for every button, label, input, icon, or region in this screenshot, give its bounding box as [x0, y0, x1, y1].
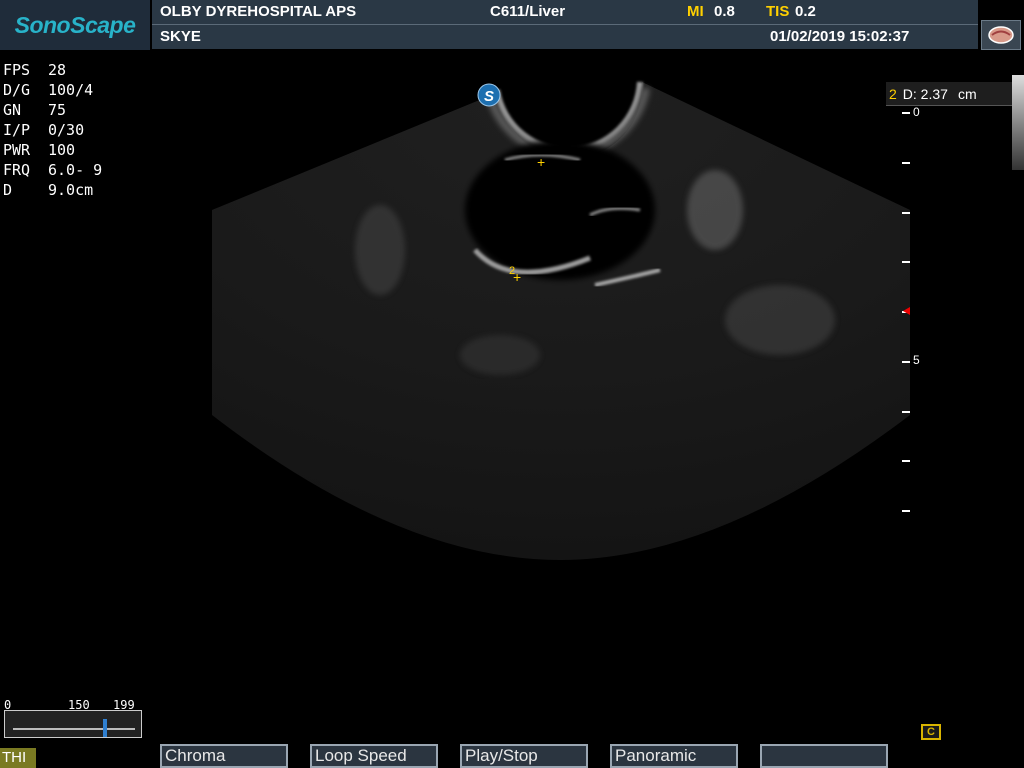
param-fps: FPS 28: [3, 61, 67, 79]
softkey-chroma[interactable]: Chroma: [160, 744, 288, 768]
tis-label: TIS: [766, 3, 790, 20]
softkey-panoramic[interactable]: Panoramic: [610, 744, 738, 768]
settings-button[interactable]: [981, 20, 1021, 50]
softkey-loop-speed[interactable]: Loop Speed: [310, 744, 438, 768]
param-gn: GN 75: [3, 101, 67, 119]
depth-label-top: 0: [913, 105, 920, 119]
depth-label-mid: 5: [913, 353, 920, 367]
svg-text:S: S: [484, 88, 494, 105]
hospital-name: OLBY DYREHOSPITAL APS: [160, 3, 357, 20]
depth-tick: [902, 360, 910, 363]
gain-slider-handle[interactable]: [102, 719, 107, 737]
depth-tick: [902, 211, 910, 214]
caliper-marker-1: +: [537, 154, 545, 170]
param-frq: FRQ 6.0- 9: [3, 161, 103, 179]
param-depth: D 9.0cm: [3, 181, 94, 199]
measurement-readout: 2 D: 2.37 cm: [886, 82, 1022, 106]
thi-mode-badge: THI: [0, 748, 36, 768]
depth-tick: [902, 460, 910, 463]
cine-icon[interactable]: C: [921, 724, 941, 740]
gain-slider[interactable]: 0 150 199: [4, 698, 144, 740]
caliper-marker-2: +: [513, 269, 521, 285]
depth-tick: [902, 112, 910, 114]
param-pwr: PWR 100: [3, 141, 76, 159]
focus-marker-icon[interactable]: [903, 307, 910, 315]
depth-tick: [902, 510, 910, 512]
tis-value: 0.2: [795, 3, 816, 20]
probe-preset: C611/Liver: [490, 3, 566, 20]
depth-tick: [902, 261, 910, 264]
imaging-parameters: FPS 28 D/G 100/4 GN 75 I/P 0/30 PWR 100 FRQ 6.…: [3, 60, 102, 200]
header-bar-bottom: SKYE 01/02/2019 15:02:37: [152, 25, 978, 49]
depth-tick: [902, 410, 910, 413]
measurement-unit: cm: [957, 86, 977, 102]
param-dg: D/G 100/4: [3, 81, 94, 99]
measurement-index: 2: [889, 86, 897, 102]
organ-icon: [988, 26, 1014, 44]
measurement-value: D: 2.37: [902, 86, 948, 102]
gain-slider-track[interactable]: [4, 710, 142, 738]
mi-label: MI: [687, 3, 704, 20]
param-ip: I/P 0/30: [3, 121, 85, 139]
exam-datetime: 01/02/2019 15:02:37: [770, 28, 910, 45]
depth-tick: [902, 161, 910, 164]
patient-name: SKYE: [160, 28, 201, 45]
mi-value: 0.8: [714, 3, 735, 20]
softkey-empty[interactable]: [760, 744, 888, 768]
sonoscape-logo: SonoScape: [0, 0, 150, 50]
softkey-play-stop[interactable]: Play/Stop: [460, 744, 588, 768]
ultrasound-image: S + 2 +: [212, 81, 910, 560]
depth-scrollbar[interactable]: [1012, 75, 1024, 170]
header-bar-top: OLBY DYREHOSPITAL APS C611/Liver MI 0.8 …: [152, 0, 978, 25]
